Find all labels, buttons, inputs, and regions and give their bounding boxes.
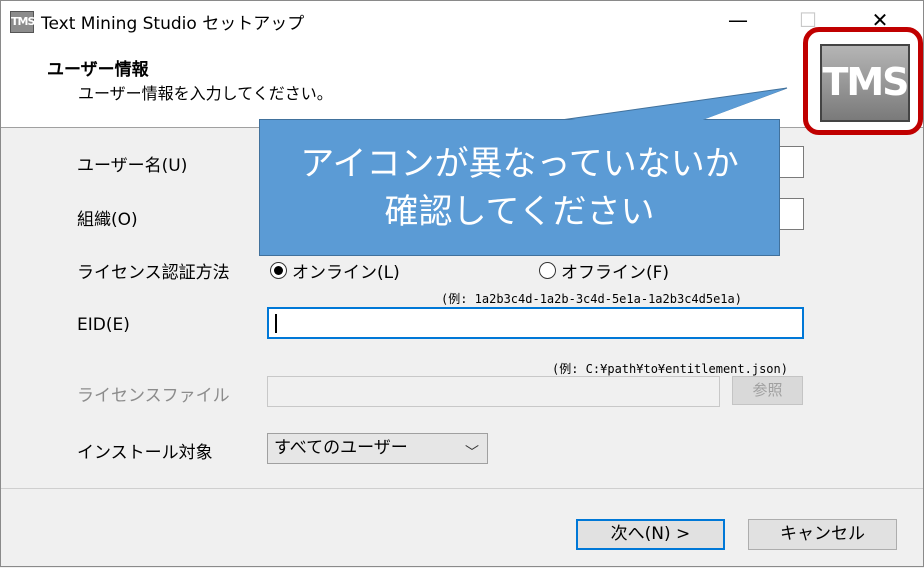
callout-pointer [560,87,788,121]
setup-window: TMS Text Mining Studio セットアップ — ☐ ✕ ユーザー… [0,0,924,567]
callout-text: アイコンが異なっていないか 確認してください [260,140,779,236]
callout-line-1: アイコンが異なっていないか [300,144,739,184]
annotation-callout: アイコンが異なっていないか 確認してください [259,119,780,256]
callout-line-2: 確認してください [384,192,655,232]
